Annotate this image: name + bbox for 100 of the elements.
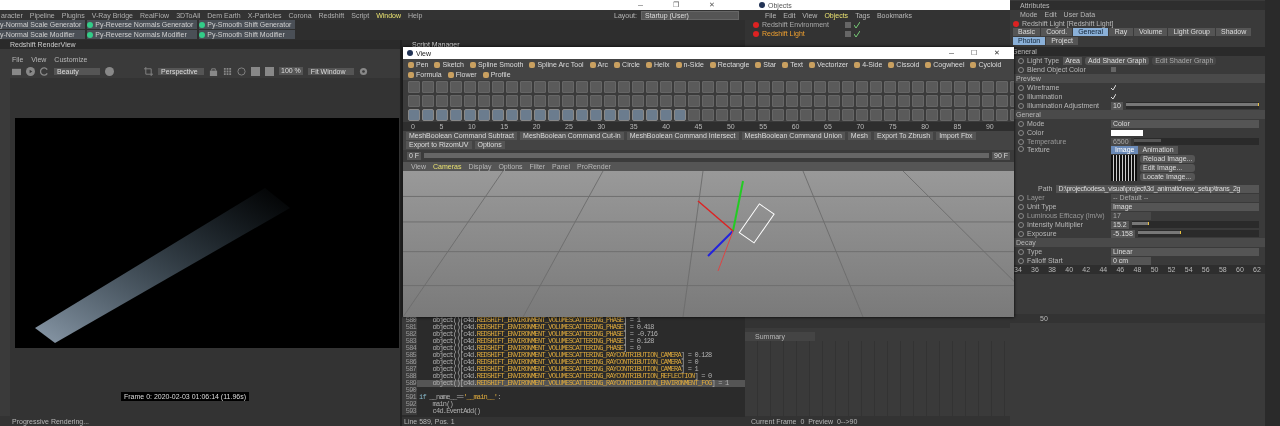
tool-icon[interactable] (968, 109, 980, 121)
tool-icon[interactable] (996, 109, 1008, 121)
grid-icon[interactable] (223, 66, 232, 76)
tool-icon[interactable] (954, 109, 966, 121)
tool-icon[interactable] (884, 109, 896, 121)
tool-icon[interactable] (898, 81, 910, 93)
tool-icon[interactable] (548, 81, 560, 93)
checkbox[interactable] (1111, 85, 1116, 90)
checkbox[interactable] (1111, 94, 1116, 99)
tool-icon[interactable] (576, 109, 588, 121)
tool-icon[interactable] (884, 81, 896, 93)
tool-icon[interactable] (786, 95, 798, 107)
tool-icon[interactable] (912, 109, 924, 121)
tool-icon[interactable] (814, 81, 826, 93)
tool-icon[interactable] (940, 109, 952, 121)
tool-icon[interactable] (898, 95, 910, 107)
settings-icon[interactable] (358, 66, 368, 76)
tool-icon[interactable] (814, 95, 826, 107)
tool-icon[interactable] (618, 95, 630, 107)
circle-icon[interactable] (105, 66, 114, 76)
frame-range-bar[interactable] (424, 153, 989, 158)
slider-track[interactable] (1137, 230, 1259, 237)
tool-icon[interactable] (772, 81, 784, 93)
tool-icon[interactable] (828, 109, 840, 121)
tool-icon[interactable] (492, 109, 504, 121)
tool-icon[interactable] (926, 109, 938, 121)
slider-track[interactable] (1131, 221, 1259, 228)
tool-icon[interactable] (506, 95, 518, 107)
tool-icon[interactable] (422, 81, 434, 93)
tool-icon[interactable] (744, 95, 756, 107)
tool-icon[interactable] (562, 95, 574, 107)
tool-icon[interactable] (842, 81, 854, 93)
tool-icon[interactable] (492, 95, 504, 107)
film-icon[interactable] (12, 66, 21, 76)
tool-icon[interactable] (506, 109, 518, 121)
tool-icon[interactable] (758, 95, 770, 107)
tool-icon[interactable] (436, 95, 448, 107)
tool-icon[interactable] (744, 81, 756, 93)
tool-icon[interactable] (660, 81, 672, 93)
tool-icon[interactable] (408, 95, 420, 107)
tool-icon[interactable] (576, 95, 588, 107)
tool-icon[interactable] (954, 81, 966, 93)
tool-icon[interactable] (478, 109, 490, 121)
tool-icon[interactable] (926, 81, 938, 93)
tool-icon[interactable] (604, 81, 616, 93)
tool-icon[interactable] (744, 109, 756, 121)
tool-icon[interactable] (534, 81, 546, 93)
tool-icon[interactable] (604, 95, 616, 107)
tool-icon[interactable] (604, 109, 616, 121)
tool-icon[interactable] (870, 109, 882, 121)
tool-icon[interactable] (884, 95, 896, 107)
tool-icon[interactable] (632, 95, 644, 107)
tool-icon[interactable] (926, 95, 938, 107)
tool-icon[interactable] (800, 95, 812, 107)
tool-icon[interactable] (842, 109, 854, 121)
tool-icon[interactable] (562, 109, 574, 121)
color-swatch[interactable] (1111, 129, 1143, 136)
slider-fill[interactable] (1125, 103, 1259, 106)
tool-icon[interactable] (982, 81, 994, 93)
tool-icon[interactable] (688, 81, 700, 93)
lock-icon[interactable] (209, 66, 218, 76)
check-icon[interactable] (854, 21, 860, 28)
tool-icon[interactable] (912, 81, 924, 93)
tool-icon[interactable] (702, 109, 714, 121)
tool-icon[interactable] (716, 109, 728, 121)
tool-icon[interactable] (996, 95, 1008, 107)
tool-icon[interactable] (716, 81, 728, 93)
tool-icon[interactable] (660, 109, 672, 121)
tool-icon[interactable] (996, 81, 1008, 93)
tool-icon[interactable] (464, 81, 476, 93)
tool-icon[interactable] (562, 81, 574, 93)
tool-icon[interactable] (674, 109, 686, 121)
tool-icon[interactable] (548, 95, 560, 107)
tool-icon[interactable] (856, 109, 868, 121)
tool-icon[interactable] (520, 109, 532, 121)
tool-icon[interactable] (912, 95, 924, 107)
tool-icon[interactable] (758, 81, 770, 93)
tool-icon[interactable] (618, 81, 630, 93)
tool-icon[interactable] (646, 109, 658, 121)
tool-icon[interactable] (450, 109, 462, 121)
tool-icon[interactable] (982, 109, 994, 121)
tool-icon[interactable] (800, 109, 812, 121)
tool-icon[interactable] (534, 109, 546, 121)
tool-icon[interactable] (940, 95, 952, 107)
tool-icon[interactable] (408, 109, 420, 121)
tool-icon[interactable] (450, 81, 462, 93)
tool-icon[interactable] (520, 81, 532, 93)
circle-icon[interactable] (237, 66, 246, 76)
tool-icon[interactable] (772, 109, 784, 121)
tool-icon[interactable] (646, 95, 658, 107)
tool-icon[interactable] (940, 81, 952, 93)
checkbox[interactable] (1111, 67, 1116, 72)
tool-icon[interactable] (422, 109, 434, 121)
tool-icon[interactable] (632, 81, 644, 93)
tool-icon[interactable] (730, 109, 742, 121)
tool-icon[interactable] (730, 81, 742, 93)
tool-icon[interactable] (478, 81, 490, 93)
tool-icon[interactable] (590, 95, 602, 107)
tool-icon[interactable] (436, 81, 448, 93)
tool-icon[interactable] (660, 95, 672, 107)
